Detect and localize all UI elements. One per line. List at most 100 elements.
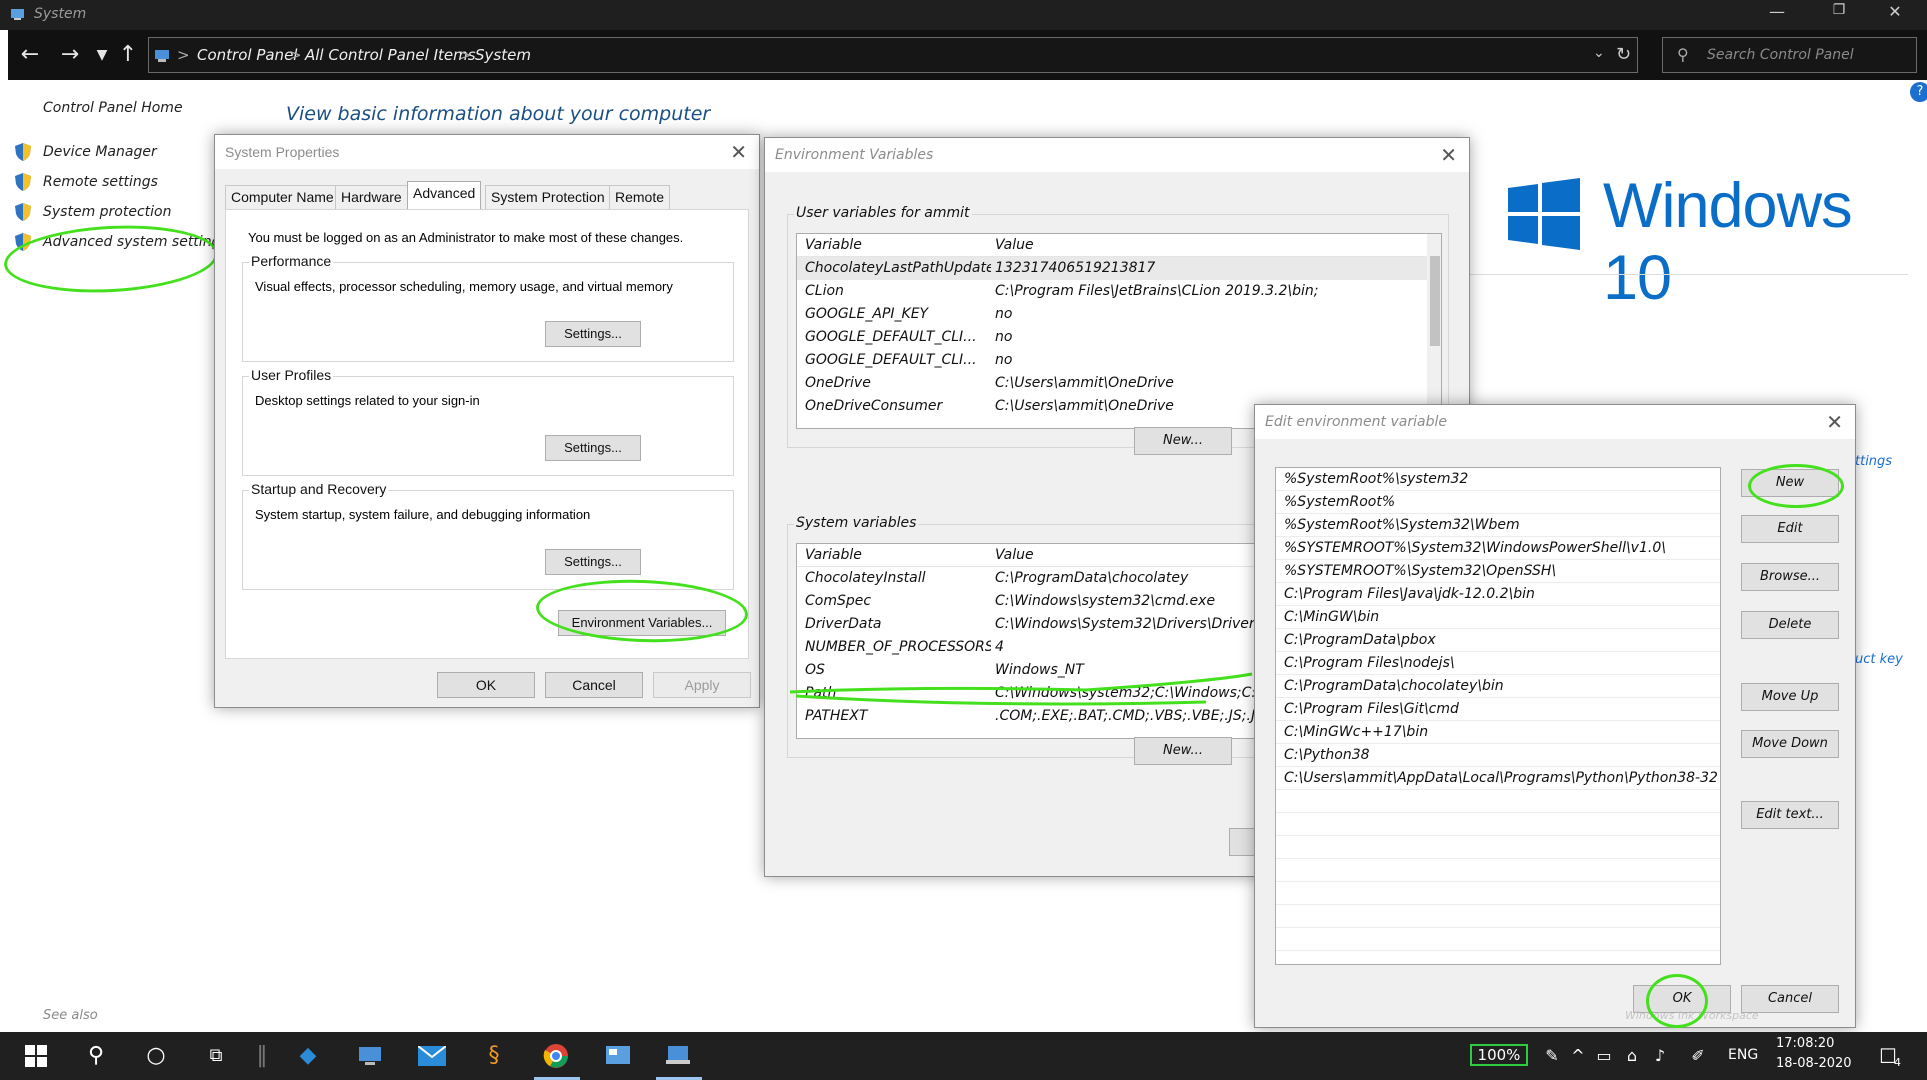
list-item[interactable]: C:\ProgramData\pbox	[1276, 629, 1720, 652]
address-box[interactable]: > Control Panel > All Control Panel Item…	[148, 37, 1638, 73]
edit-text-button[interactable]: Edit text...	[1741, 801, 1839, 829]
up-arrow-icon[interactable]: ↑	[114, 42, 142, 70]
forward-arrow-icon[interactable]: →	[56, 42, 84, 70]
system-new-button[interactable]: New...	[1134, 737, 1232, 765]
notification-count: 4	[1894, 1056, 1901, 1069]
list-item[interactable]: C:\Python38	[1276, 744, 1720, 767]
list-item[interactable]: C:\Program Files\Java\jdk-12.0.2\bin	[1276, 583, 1720, 606]
dialog-title-bar: Edit environment variable ✕	[1255, 405, 1855, 439]
chrome-icon[interactable]	[538, 1040, 574, 1072]
breadcrumb-control-panel[interactable]: Control Panel	[197, 46, 297, 64]
battery-percentage[interactable]: 100%	[1470, 1044, 1528, 1066]
scrollbar[interactable]	[1427, 234, 1441, 428]
performance-settings-button[interactable]: Settings...	[545, 321, 641, 347]
performance-group: Performance Visual effects, processor sc…	[242, 253, 734, 362]
list-item[interactable]: C:\Program Files\Git\cmd	[1276, 698, 1720, 721]
list-item[interactable]: %SystemRoot%\System32\Wbem	[1276, 514, 1720, 537]
close-button[interactable]: ✕	[1872, 2, 1918, 28]
vscode-icon[interactable]: ◆	[290, 1040, 326, 1072]
list-item[interactable]: GOOGLE_DEFAULT_CLI... no	[797, 349, 1441, 372]
apply-button[interactable]: Apply	[653, 672, 751, 698]
list-item[interactable]: C:\Users\ammit\AppData\Local\Programs\Py…	[1276, 767, 1720, 790]
close-icon[interactable]: ✕	[730, 140, 747, 164]
path-entry: C:\ProgramData\chocolatey\bin	[1284, 678, 1504, 694]
path-entry: %SYSTEMROOT%\System32\WindowsPowerShell\…	[1284, 540, 1666, 556]
column-header-value[interactable]: Value	[995, 237, 1034, 253]
ok-button[interactable]: OK	[437, 672, 535, 698]
taskbar-divider: ‖	[256, 1043, 268, 1068]
breadcrumb-system[interactable]: System	[475, 46, 531, 64]
mail-icon[interactable]	[414, 1040, 450, 1072]
change-settings-link-partial[interactable]: ttings	[1855, 454, 1892, 469]
pen-workspace-icon[interactable]: ✐	[1680, 1040, 1716, 1072]
search-icon[interactable]: ⚲	[78, 1040, 114, 1072]
list-item[interactable]: OneDrive C:\Users\ammit\OneDrive	[797, 372, 1441, 395]
list-item[interactable]: GOOGLE_DEFAULT_CLI... no	[797, 326, 1441, 349]
scrollbar-thumb[interactable]	[1430, 256, 1440, 346]
desktop-app-icon[interactable]	[352, 1040, 388, 1072]
path-entry: %SYSTEMROOT%\System32\OpenSSH\	[1284, 563, 1557, 579]
move-up-button[interactable]: Move Up	[1741, 683, 1839, 711]
list-item[interactable]: C:\Program Files\nodejs\	[1276, 652, 1720, 675]
tab-advanced[interactable]: Advanced	[407, 181, 482, 210]
tab-hardware[interactable]: Hardware	[335, 185, 408, 209]
address-dropdown-chevron-icon[interactable]: ⌄	[1593, 45, 1605, 61]
restore-button[interactable]: ❐	[1816, 2, 1862, 28]
path-entry: C:\MinGW\bin	[1284, 609, 1380, 625]
column-header-variable[interactable]: Variable	[805, 547, 862, 563]
user-variables-list[interactable]: Variable Value ChocolateyLastPathUpdate 1…	[796, 233, 1442, 429]
path-entry: C:\MinGWc++17\bin	[1284, 724, 1429, 740]
task-view-icon[interactable]: ⧉	[198, 1040, 234, 1072]
cortana-icon[interactable]: ○	[138, 1040, 174, 1072]
list-item[interactable]: GOOGLE_API_KEY no	[797, 303, 1441, 326]
startup-recovery-settings-button[interactable]: Settings...	[545, 549, 641, 575]
see-also-label: See also	[43, 1008, 98, 1023]
var-value: 132317406519213817	[995, 260, 1156, 276]
tab-system-protection[interactable]: System Protection	[485, 185, 611, 209]
volume-icon[interactable]: ♪	[1642, 1040, 1678, 1072]
user-profiles-settings-button[interactable]: Settings...	[545, 435, 641, 461]
column-header-value[interactable]: Value	[995, 547, 1034, 563]
list-item[interactable]: %SystemRoot%	[1276, 491, 1720, 514]
list-item[interactable]: %SystemRoot%\system32	[1276, 468, 1720, 491]
clock-time[interactable]: 17:08:20	[1776, 1036, 1834, 1051]
empty-row	[1276, 928, 1720, 951]
system-properties-taskbar-icon[interactable]	[660, 1040, 696, 1072]
minimize-button[interactable]: —	[1754, 2, 1800, 28]
clock-date[interactable]: 18-08-2020	[1776, 1056, 1852, 1071]
control-panel-home-link[interactable]: Control Panel Home	[43, 100, 183, 116]
list-item[interactable]: C:\ProgramData\chocolatey\bin	[1276, 675, 1720, 698]
breadcrumb-all-items[interactable]: All Control Panel Items	[305, 46, 476, 64]
tab-computer-name[interactable]: Computer Name	[225, 185, 340, 209]
back-arrow-icon[interactable]: ←	[16, 42, 44, 70]
search-input[interactable]: ⚲ Search Control Panel	[1662, 37, 1917, 73]
refresh-icon[interactable]: ↻	[1616, 44, 1631, 65]
list-item[interactable]: C:\MinGWc++17\bin	[1276, 721, 1720, 744]
delete-button[interactable]: Delete	[1741, 611, 1839, 639]
help-icon[interactable]: ?	[1910, 82, 1927, 102]
language-indicator[interactable]: ENG	[1728, 1047, 1758, 1063]
tab-remote[interactable]: Remote	[609, 185, 671, 209]
move-down-button[interactable]: Move Down	[1741, 730, 1839, 758]
list-item[interactable]: %SYSTEMROOT%\System32\OpenSSH\	[1276, 560, 1720, 583]
edit-entry-button[interactable]: Edit	[1741, 515, 1839, 543]
path-entries-list[interactable]: %SystemRoot%\system32 %SystemRoot% %Syst…	[1275, 467, 1721, 965]
list-item[interactable]: C:\MinGW\bin	[1276, 606, 1720, 629]
shield-icon	[14, 142, 32, 162]
close-icon[interactable]: ✕	[1826, 410, 1843, 434]
shield-icon	[14, 202, 32, 222]
var-value: no	[995, 352, 1013, 368]
browse-button[interactable]: Browse...	[1741, 563, 1839, 591]
list-item[interactable]: ChocolateyLastPathUpdate 1323174065192138…	[797, 257, 1441, 280]
product-key-link-partial[interactable]: uct key	[1855, 652, 1903, 667]
control-panel-taskbar-icon[interactable]	[600, 1040, 636, 1072]
list-item[interactable]: %SYSTEMROOT%\System32\WindowsPowerShell\…	[1276, 537, 1720, 560]
close-icon[interactable]: ✕	[1440, 143, 1457, 167]
cancel-button[interactable]: Cancel	[545, 672, 643, 698]
list-item[interactable]: CLion C:\Program Files\JetBrains\CLion 20…	[797, 280, 1441, 303]
sublime-text-icon[interactable]: §	[476, 1040, 512, 1072]
column-header-variable[interactable]: Variable	[805, 237, 862, 253]
user-new-button[interactable]: New...	[1134, 427, 1232, 455]
recent-locations-chevron-icon[interactable]: ▼	[88, 42, 116, 70]
start-windows-icon[interactable]	[18, 1040, 54, 1072]
